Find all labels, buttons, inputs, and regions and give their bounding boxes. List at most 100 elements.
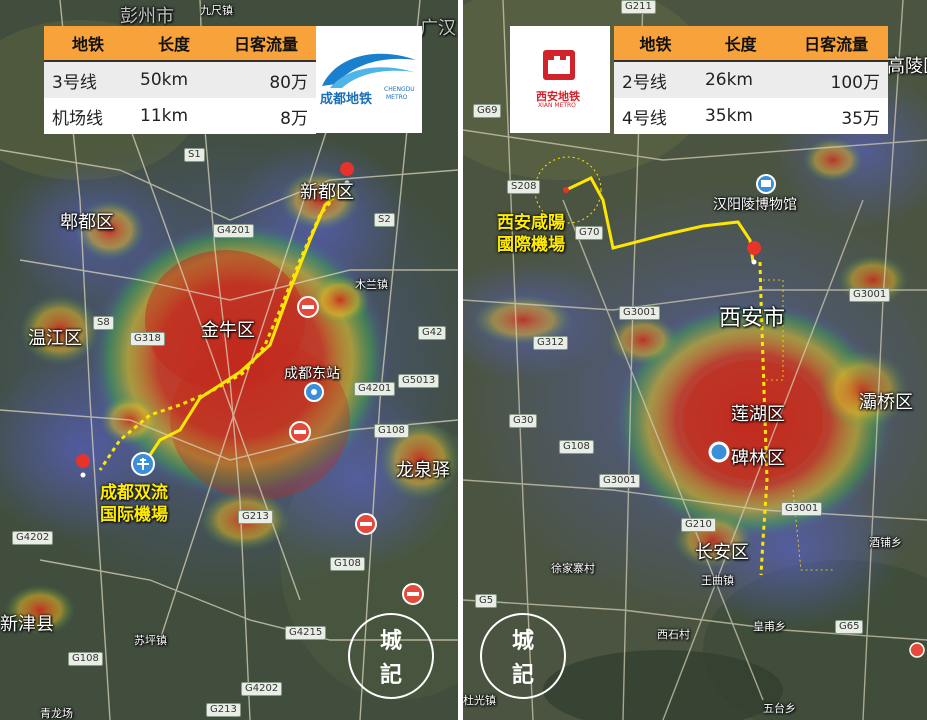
road-shield: S208 [507, 180, 541, 194]
watermark-logo: 城 記 [348, 613, 434, 699]
airport-label-line: 成都双流 [100, 483, 168, 503]
road-shield: S8 [93, 316, 114, 330]
place-label: 徐家寨村 [551, 562, 595, 575]
road-shield: G213 [238, 510, 273, 524]
place-label: 木兰镇 [355, 278, 388, 291]
flow-cell: 35万 [841, 108, 880, 129]
chengdu-map-panel: 彭州市 九尺镇 广汉 新都区 郫都区 金牛区 温江区 成都东站 木兰镇 龙泉驿 … [0, 0, 458, 720]
watermark-char: 城 [379, 628, 402, 654]
place-label: 新都区 [300, 182, 354, 203]
no-entry-icon [402, 583, 424, 605]
logo-text: 成都地铁 [320, 92, 373, 107]
place-label: 高陵区 [887, 56, 927, 77]
road-shield: G312 [533, 336, 568, 350]
table-header-row: 地铁 长度 日客流量 [614, 26, 888, 62]
place-label: 金牛区 [201, 320, 255, 341]
table-row: 机场线 11km 8万 [44, 98, 316, 134]
watermark-logo: 城 記 [480, 613, 566, 699]
road-shield: G3001 [619, 306, 661, 320]
no-entry-icon [355, 513, 377, 535]
place-label: 郫都区 [60, 212, 114, 233]
length-cell: 50km [132, 61, 217, 98]
logo-subtext: METRO [386, 94, 408, 101]
column-header: 长度 [132, 26, 217, 62]
place-label: 长安区 [695, 542, 749, 563]
airport-dot [563, 187, 569, 193]
road-shield: G4202 [241, 682, 283, 696]
road-shield: G318 [130, 332, 165, 346]
place-label: 九尺镇 [200, 4, 233, 17]
place-label: 汉阳陵博物馆 [713, 197, 797, 213]
road-shield: G42 [418, 326, 447, 340]
place-label: 西石村 [657, 628, 690, 641]
road-shield: G108 [559, 440, 594, 454]
airport-label: 西安咸陽 國際機場 [497, 212, 565, 256]
table-header-row: 地铁 长度 日客流量 [44, 26, 316, 62]
line-cell: 3号线 [44, 61, 132, 98]
road-shield: S1 [184, 148, 205, 162]
airport-label-line: 西安咸陽 [497, 213, 565, 233]
column-header: 日客流量 [784, 26, 888, 62]
road-shield: G4215 [285, 626, 327, 640]
road-shield: G213 [206, 703, 241, 717]
airport-label: 成都双流 国际機場 [100, 482, 168, 526]
logo-subtext: XIAN METRO [538, 102, 576, 109]
road-shield: G3001 [849, 288, 891, 302]
line-cell: 2号线 [614, 61, 697, 98]
place-label: 广汉 [420, 18, 456, 39]
location-pin-icon [909, 642, 925, 658]
column-header: 长度 [696, 26, 785, 62]
road-shield: G69 [473, 104, 502, 118]
table-row: 3号线 50km 80万 [44, 61, 316, 98]
road-shield: G108 [374, 424, 409, 438]
road-shield: G4201 [354, 382, 396, 396]
no-entry-icon [297, 296, 319, 318]
place-label: 碑林区 [731, 448, 785, 469]
place-label: 灞桥区 [859, 392, 913, 413]
watermark-char: 城 [511, 628, 534, 654]
road-shield: G70 [575, 226, 604, 240]
road-shield: G211 [621, 0, 656, 14]
road-shield: G4202 [12, 531, 54, 545]
xian-metro-logo-mark [543, 50, 575, 80]
line-cell: 4号线 [622, 108, 667, 129]
line-cell: 机场线 [52, 108, 103, 129]
metro-stats-table: 地铁 长度 日客流量 2号线 26km 100万 4号线 35km 35万 [614, 26, 888, 134]
place-label: 皇甫乡 [753, 620, 786, 633]
table-row: 4号线 35km 35万 [614, 98, 888, 134]
place-label: 温江区 [28, 328, 82, 349]
length-cell: 35km [704, 106, 753, 126]
no-entry-icon [289, 421, 311, 443]
watermark-char: 記 [511, 662, 534, 688]
length-cell: 11km [140, 106, 189, 126]
road-shield: G3001 [599, 474, 641, 488]
place-label: 王曲镇 [701, 574, 734, 587]
metro-stats-table: 地铁 长度 日客流量 3号线 50km 80万 机场线 11km 8万 [44, 26, 316, 134]
road-shield: G3001 [781, 502, 823, 516]
flow-cell: 80万 [216, 61, 316, 98]
location-dot-icon [708, 441, 730, 463]
place-label: 莲湖区 [731, 404, 785, 425]
road-shield: G30 [509, 414, 538, 428]
table-row: 2号线 26km 100万 [614, 61, 888, 98]
watermark-char: 記 [379, 662, 402, 688]
column-header: 地铁 [614, 26, 697, 62]
road-shield: G5013 [398, 374, 440, 388]
place-label: 彭州市 [120, 6, 174, 27]
logo-subtext: CHENGDU [384, 86, 415, 93]
place-label: 青龙场 [40, 707, 73, 720]
place-label: 五台乡 [763, 702, 796, 715]
place-label: 成都东站 [284, 366, 340, 382]
road-shield: G65 [835, 620, 864, 634]
place-label: 苏坪镇 [134, 634, 167, 647]
place-label: 西安市 [719, 306, 786, 331]
road-shield: G108 [330, 557, 365, 571]
road-shield: S2 [374, 213, 395, 227]
place-label: 杜光镇 [463, 694, 496, 707]
chengdu-metro-logo: 成都地铁 CHENGDU METRO [316, 26, 422, 133]
road-shield: G5 [475, 594, 498, 608]
museum-icon [756, 174, 776, 194]
flow-cell: 100万 [784, 61, 888, 98]
road-shield: G210 [681, 518, 716, 532]
station-icon [304, 382, 324, 402]
